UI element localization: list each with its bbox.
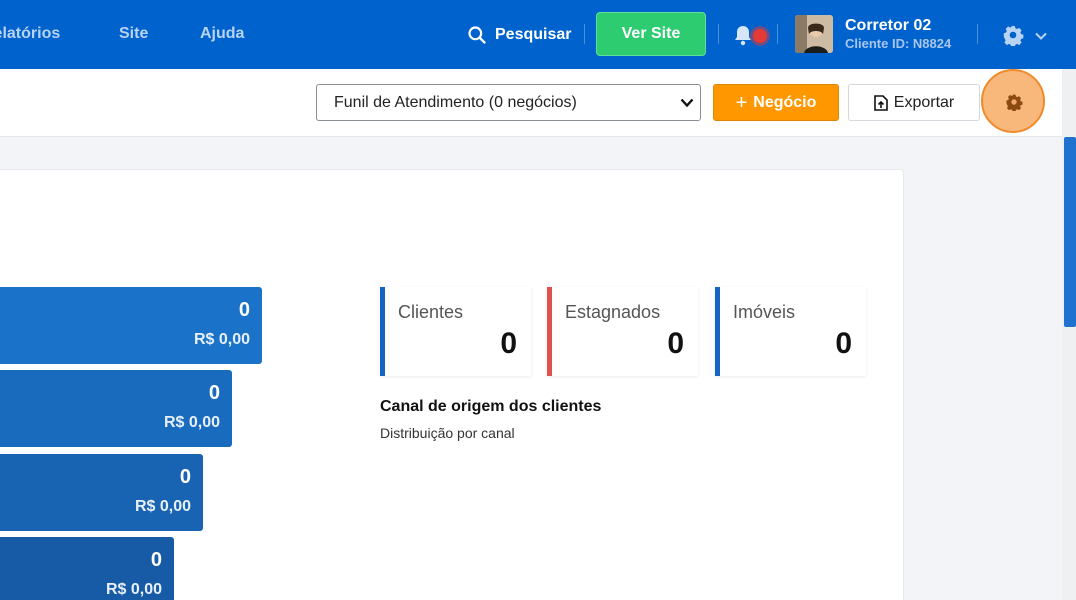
stage-value: R$ 0,00 bbox=[193, 331, 250, 348]
search-label: Pesquisar bbox=[495, 26, 572, 43]
nav-link-site[interactable]: Site bbox=[119, 25, 148, 43]
stat-value: 0 bbox=[500, 327, 517, 360]
ver-site-button[interactable]: Ver Site bbox=[596, 12, 706, 56]
plus-icon: + bbox=[735, 91, 748, 114]
gear-icon bbox=[1006, 94, 1023, 111]
funnel-select-value: Funil de Atendimento (0 negócios) bbox=[334, 93, 577, 111]
settings-button[interactable] bbox=[981, 69, 1045, 133]
funnel-stage-bar[interactable]: 0 R$ 0,00 bbox=[0, 370, 232, 447]
divider bbox=[718, 24, 719, 44]
chevron-down-icon bbox=[680, 98, 694, 108]
divider bbox=[777, 24, 778, 44]
funnel-stage-bar[interactable]: 0 R$ 0,00 bbox=[0, 454, 203, 531]
search-icon bbox=[468, 26, 486, 44]
channel-section-subtitle: Distribuição por canal bbox=[380, 425, 515, 441]
funnel-select[interactable]: Funil de Atendimento (0 negócios) bbox=[316, 84, 701, 121]
user-name[interactable]: Corretor 02 bbox=[845, 17, 931, 35]
stat-label: Imóveis bbox=[733, 302, 796, 322]
avatar[interactable] bbox=[795, 15, 833, 53]
stage-count: 0 bbox=[208, 382, 220, 404]
stage-value: R$ 0,00 bbox=[134, 498, 191, 515]
stat-card-imoveis[interactable]: Imóveis 0 bbox=[715, 287, 866, 376]
gear-icon[interactable] bbox=[1002, 24, 1024, 46]
nav-link-relatorios[interactable]: Relatórios bbox=[0, 25, 60, 43]
client-id: Cliente ID: N8824 bbox=[845, 36, 952, 51]
add-negocio-button[interactable]: + Negócio bbox=[713, 84, 839, 121]
negocio-label: Negócio bbox=[753, 93, 817, 111]
stat-label: Estagnados bbox=[565, 302, 661, 322]
chevron-down-icon[interactable] bbox=[1034, 29, 1048, 43]
bell-icon[interactable] bbox=[731, 23, 755, 47]
divider bbox=[584, 24, 585, 44]
funnel-stage-bar[interactable]: 0 R$ 0,00 bbox=[0, 287, 262, 364]
stage-value: R$ 0,00 bbox=[163, 414, 220, 431]
scrollbar-thumb[interactable] bbox=[1064, 137, 1076, 327]
stat-value: 0 bbox=[835, 327, 852, 360]
funnel-stage-bar[interactable]: 0 R$ 0,00 bbox=[0, 537, 174, 600]
stat-card-clientes[interactable]: Clientes 0 bbox=[380, 287, 531, 376]
exportar-label: Exportar bbox=[893, 93, 955, 111]
export-button[interactable]: Exportar bbox=[848, 84, 980, 121]
stage-count: 0 bbox=[238, 299, 250, 321]
export-file-icon bbox=[873, 94, 888, 111]
stat-label: Clientes bbox=[398, 302, 464, 322]
stage-count: 0 bbox=[150, 549, 162, 571]
stat-value: 0 bbox=[667, 327, 684, 360]
stage-value: R$ 0,00 bbox=[105, 581, 162, 598]
stage-count: 0 bbox=[179, 466, 191, 488]
divider bbox=[977, 24, 978, 44]
search-button[interactable]: Pesquisar bbox=[467, 23, 571, 47]
stat-card-estagnados[interactable]: Estagnados 0 bbox=[547, 287, 698, 376]
notification-badge bbox=[753, 29, 767, 43]
nav-link-ajuda[interactable]: Ajuda bbox=[200, 25, 244, 43]
channel-section-title: Canal de origem dos clientes bbox=[380, 398, 602, 415]
